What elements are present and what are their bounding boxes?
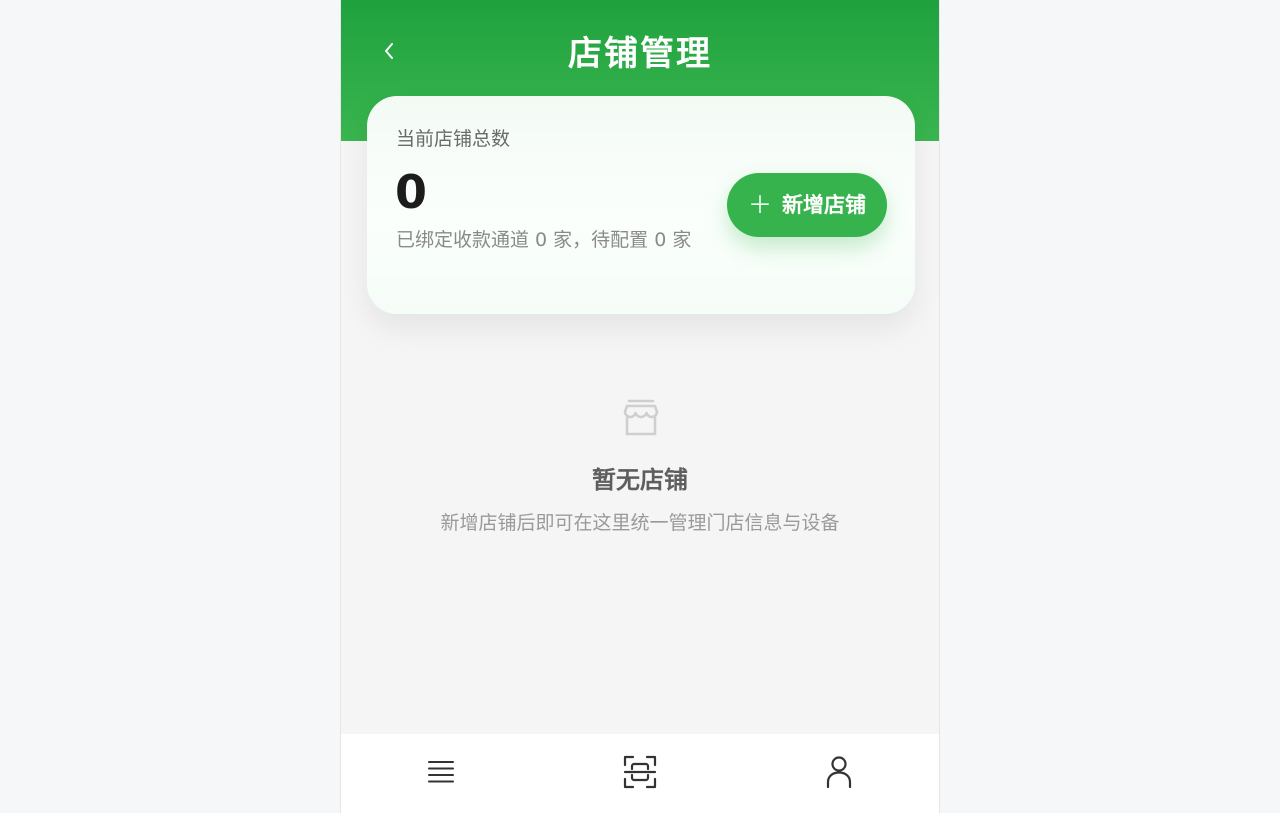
store-count: 0 bbox=[395, 165, 428, 219]
bottom-tabbar bbox=[341, 734, 939, 813]
tab-scan[interactable] bbox=[540, 734, 739, 813]
summary-label: 当前店铺总数 bbox=[396, 128, 511, 150]
user-icon bbox=[826, 755, 852, 793]
store-icon bbox=[622, 398, 660, 438]
page-title: 店铺管理 bbox=[568, 34, 712, 74]
list-icon bbox=[426, 759, 456, 789]
plus-icon: ＋ bbox=[748, 191, 772, 219]
add-store-label: 新增店铺 bbox=[782, 193, 866, 217]
tab-list[interactable] bbox=[341, 734, 540, 813]
add-store-button[interactable]: ＋ 新增店铺 bbox=[727, 173, 887, 237]
tab-profile[interactable] bbox=[740, 734, 939, 813]
binding-status: 已绑定收款通道 0 家，待配置 0 家 bbox=[396, 229, 692, 251]
empty-description: 新增店铺后即可在这里统一管理门店信息与设备 bbox=[440, 512, 840, 534]
summary-card: 当前店铺总数 0 已绑定收款通道 0 家，待配置 0 家 ＋ 新增店铺 bbox=[367, 96, 915, 314]
empty-title: 暂无店铺 bbox=[592, 466, 688, 494]
scan-icon bbox=[623, 755, 657, 793]
phone-screen: 店铺管理 当前店铺总数 0 已绑定收款通道 0 家，待配置 0 家 ＋ 新增店铺… bbox=[340, 0, 940, 813]
